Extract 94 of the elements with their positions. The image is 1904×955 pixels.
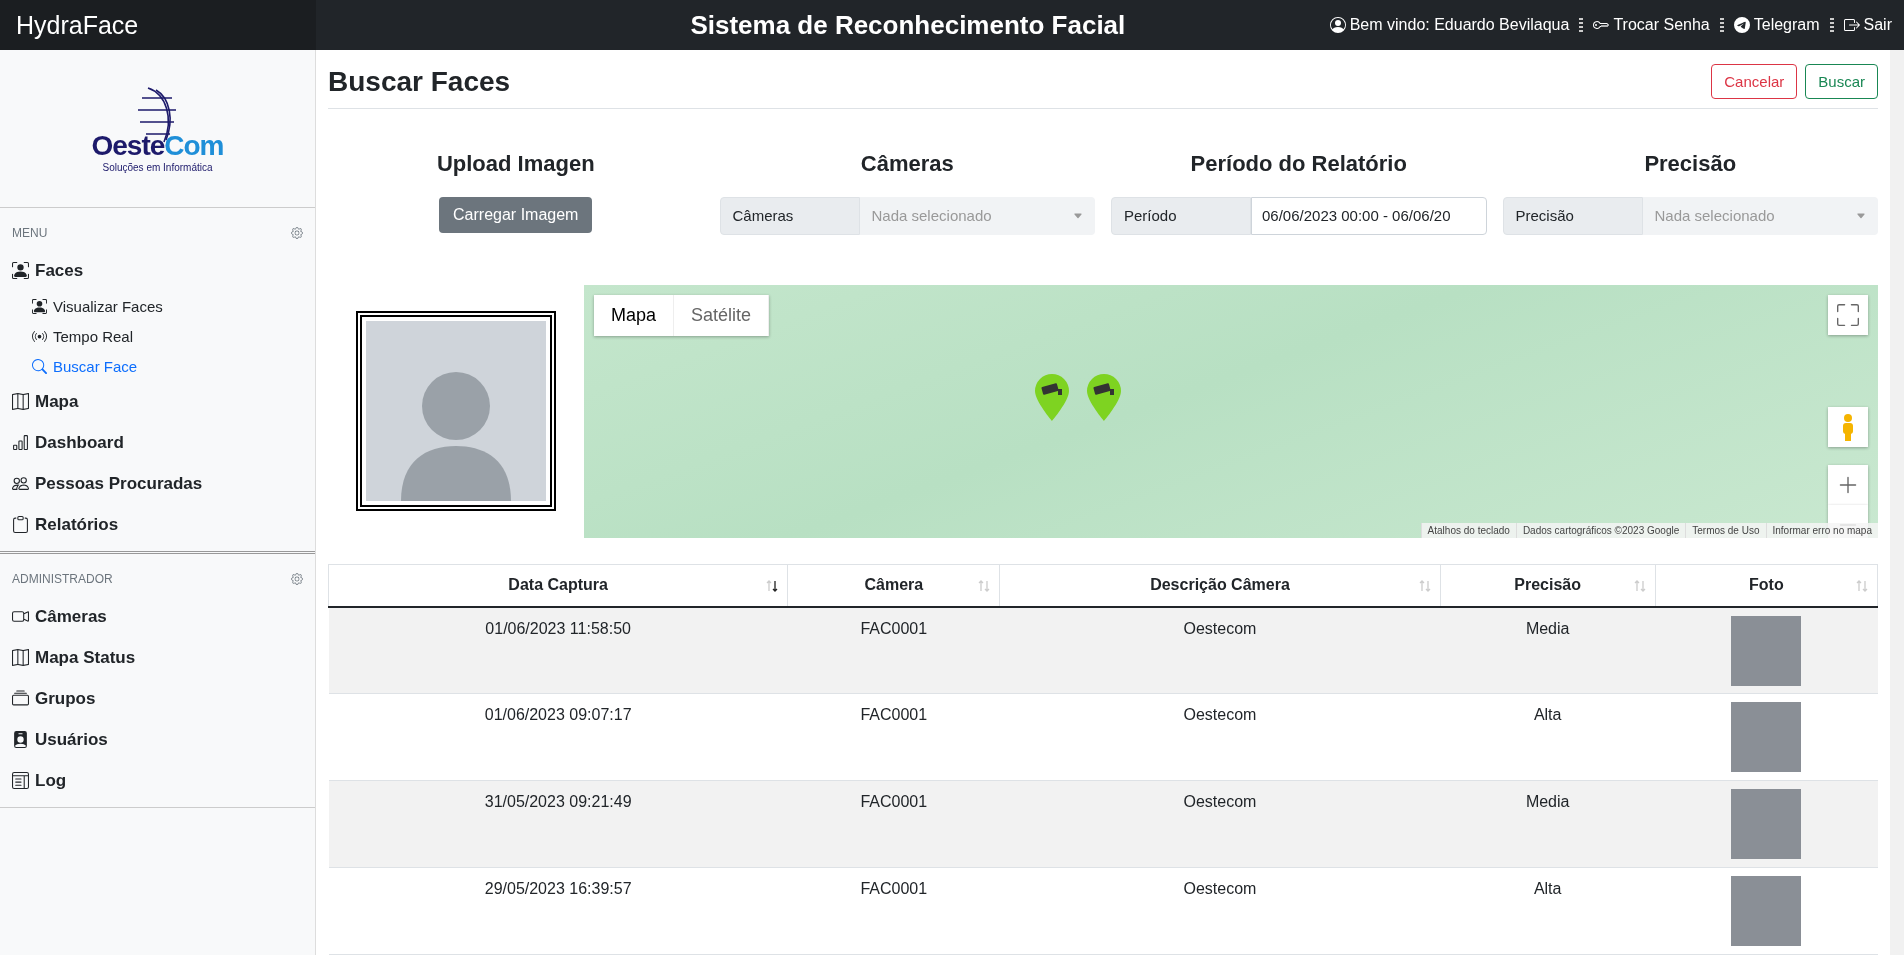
settings-icon[interactable] — [291, 227, 303, 239]
photo-placeholder — [1731, 789, 1802, 859]
fullscreen-icon — [1837, 303, 1859, 326]
table-cell: Media — [1440, 780, 1656, 868]
column-header[interactable]: Foto — [1655, 564, 1878, 607]
nav-icon — [12, 731, 29, 748]
nav-icon — [32, 358, 47, 374]
map-footer-link[interactable]: Informar erro no mapa — [1765, 523, 1878, 538]
sort-icon[interactable] — [765, 579, 780, 593]
header-link[interactable]: Bem vindo: Eduardo Bevilaqua — [1329, 16, 1570, 34]
link-icon — [1329, 17, 1346, 33]
action-button[interactable]: Buscar — [1805, 64, 1878, 100]
nav-icon — [12, 516, 29, 533]
nav-item[interactable]: Dashboard — [12, 422, 303, 463]
company-logo-text: OesteCom — [91, 130, 224, 162]
nav-icon — [12, 475, 29, 492]
nav-subitem[interactable]: Tempo Real — [12, 321, 303, 351]
nav-icon — [32, 328, 47, 344]
photo-placeholder — [1731, 702, 1802, 772]
table-cell: Alta — [1440, 867, 1656, 955]
section-heading: ADMINISTRADOR — [12, 572, 113, 586]
nav-icon — [32, 298, 47, 314]
table-cell: 01/06/2023 09:07:17 — [328, 693, 788, 781]
column-header[interactable]: Câmera — [787, 564, 1000, 607]
column-header[interactable]: Descrição Câmera — [999, 564, 1441, 607]
header-link[interactable]: Sair — [1843, 16, 1892, 34]
camera-pin-icon[interactable] — [1032, 372, 1072, 423]
photo-placeholder — [1731, 876, 1802, 946]
map-footer-link[interactable]: Termos de Uso — [1685, 523, 1766, 538]
nav-icon — [12, 772, 29, 789]
header-link[interactable]: Telegram — [1733, 16, 1820, 34]
table-cell: Oestecom — [999, 867, 1441, 955]
brand-name[interactable]: HydraFace — [0, 0, 316, 50]
nav-item[interactable]: Grupos — [12, 678, 303, 719]
map-view[interactable]: Mapa Satélite Atalhos do teclado Dados cartográficos ©2023 Google Termos de Uso Informar erro no mapa — [584, 284, 1878, 538]
filter-heading: Precisão — [1644, 150, 1737, 177]
fullscreen-button[interactable] — [1828, 294, 1868, 335]
scrollbar[interactable] — [1890, 50, 1904, 955]
table-cell: FAC0001 — [787, 693, 1000, 781]
map-footer-link[interactable]: Atalhos do teclado — [1420, 523, 1516, 538]
app-title: Sistema de Reconhecimento Facial — [689, 9, 1127, 41]
camera-pin-icon[interactable] — [1084, 372, 1124, 423]
nav-subitem[interactable]: Buscar Face — [12, 351, 303, 381]
nav-item[interactable]: Relatórios — [12, 504, 303, 545]
company-tagline: Soluções em Informática — [102, 162, 213, 173]
table-cell: Alta — [1440, 693, 1656, 781]
settings-icon[interactable] — [291, 573, 303, 585]
upload-button[interactable]: Carregar Imagem — [439, 196, 593, 233]
link-icon — [1733, 17, 1750, 33]
table-cell: Media — [1440, 606, 1656, 694]
nav-icon — [12, 434, 29, 451]
action-button[interactable]: Cancelar — [1711, 64, 1798, 100]
date-range-field[interactable]: 06/06/2023 00:00 - 06/06/20 — [1251, 196, 1487, 235]
table-cell: 01/06/2023 11:58:50 — [328, 606, 788, 694]
field-label: Precisão — [1502, 196, 1643, 235]
header-link[interactable]: Trocar Senha — [1593, 16, 1710, 34]
table-cell: Oestecom — [999, 693, 1441, 781]
filter-heading: Upload Imagen — [436, 150, 595, 177]
map-type-tab[interactable]: Satélite — [674, 294, 770, 336]
person-icon — [1840, 412, 1856, 441]
table-cell: FAC0001 — [787, 867, 1000, 955]
nav-item[interactable]: Pessoas Procuradas — [12, 463, 303, 504]
street-view-button[interactable] — [1828, 406, 1868, 447]
field-label: Câmeras — [719, 196, 860, 235]
nav-item[interactable]: Mapa Status — [12, 637, 303, 678]
nav-item[interactable]: Mapa — [12, 381, 303, 422]
nav-icon — [12, 690, 29, 707]
link-icon — [1843, 17, 1860, 33]
table-cell: 31/05/2023 09:21:49 — [328, 780, 788, 868]
filter-heading: Período do Relatório — [1190, 150, 1407, 177]
map-type-tab[interactable]: Mapa — [594, 294, 675, 336]
table-cell: Oestecom — [999, 780, 1441, 868]
table-cell: 29/05/2023 16:39:57 — [328, 867, 788, 955]
field-label: Período — [1111, 196, 1251, 235]
nav-icon — [12, 262, 29, 279]
photo-placeholder — [1731, 615, 1802, 686]
nav-item[interactable]: Log — [12, 760, 303, 801]
column-header[interactable]: Precisão — [1440, 564, 1656, 607]
nav-icon — [12, 608, 29, 625]
nav-icon — [12, 393, 29, 410]
page-title: Buscar Faces — [328, 65, 511, 98]
map-footer-link[interactable]: Dados cartográficos ©2023 Google — [1515, 523, 1686, 538]
table-cell: FAC0001 — [787, 606, 1000, 694]
nav-item[interactable]: Usuários — [12, 719, 303, 760]
column-header[interactable]: Data Captura — [328, 564, 788, 607]
nav-icon — [12, 649, 29, 666]
nav-item[interactable]: Câmeras — [12, 596, 303, 637]
table-cell: Oestecom — [999, 606, 1441, 694]
zoom-in-button[interactable] — [1828, 464, 1868, 505]
nav-subitem[interactable]: Visualizar Faces — [12, 291, 303, 321]
section-heading: MENU — [12, 226, 48, 240]
nav-item[interactable]: Faces — [12, 250, 303, 291]
filter-heading: Câmeras — [860, 150, 954, 177]
table-cell: FAC0001 — [787, 780, 1000, 868]
